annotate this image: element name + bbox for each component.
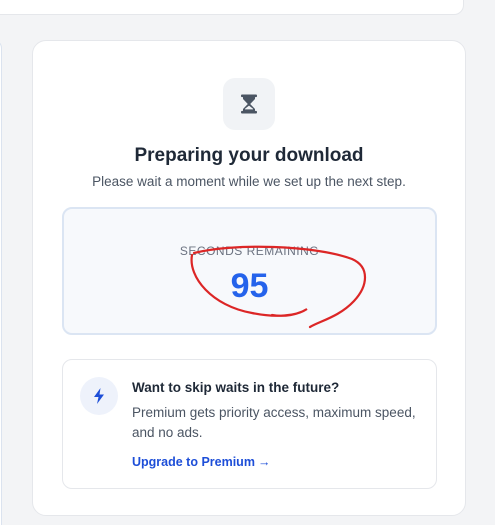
left-panel (0, 40, 2, 525)
page-title: Preparing your download (134, 145, 364, 166)
upgrade-link-label: Upgrade to Premium (132, 455, 255, 469)
red-circle-annotation (190, 245, 367, 329)
promo-description: Premium gets priority access, maximum sp… (132, 405, 416, 440)
page-subtitle: Please wait a moment while we set up the… (92, 174, 406, 189)
download-card: Preparing your download Please wait a mo… (32, 40, 466, 516)
hourglass-icon (223, 78, 275, 130)
upgrade-premium-link[interactable]: Upgrade to Premium → (132, 455, 270, 469)
arrow-right-icon: → (257, 455, 271, 469)
countdown-panel: SECONDS REMAINING 95 (62, 207, 437, 335)
page: Preparing your download Please wait a mo… (0, 0, 495, 525)
top-panel (0, 0, 464, 15)
promo-title: Want to skip waits in the future? (132, 380, 340, 395)
premium-promo: Want to skip waits in the future? Premiu… (62, 359, 437, 489)
lightning-bolt-icon (80, 377, 118, 415)
